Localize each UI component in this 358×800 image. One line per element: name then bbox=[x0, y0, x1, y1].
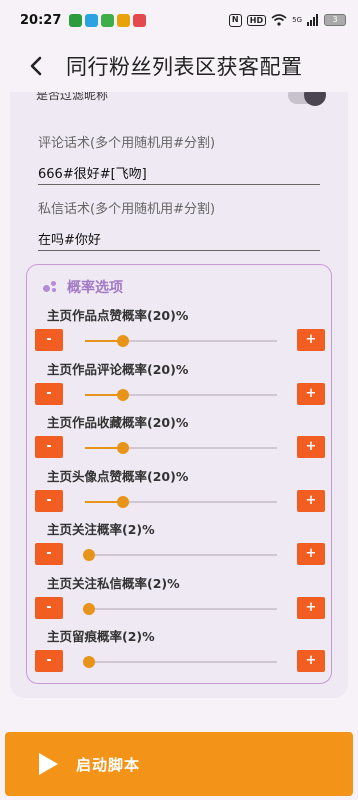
probability-slider[interactable] bbox=[82, 602, 277, 615]
bubbles-icon bbox=[43, 280, 59, 294]
message-field: 私信话术(多个用随机用#分割) 在吗#你好 bbox=[38, 198, 320, 251]
battery-icon: 3 bbox=[324, 14, 346, 26]
toggle-knob bbox=[304, 92, 326, 106]
decrease-button[interactable]: - bbox=[35, 596, 63, 619]
page-title: 同行粉丝列表区获客配置 bbox=[66, 55, 303, 79]
increase-button[interactable]: + bbox=[297, 436, 325, 458]
slider-thumb[interactable] bbox=[117, 442, 130, 454]
message-input[interactable]: 在吗#你好 bbox=[38, 229, 320, 251]
play-icon bbox=[39, 753, 58, 775]
decrease-button[interactable]: - bbox=[35, 436, 63, 458]
clock: 20:27 bbox=[20, 12, 62, 28]
probability-item-label: 主页作品收藏概率(20)% bbox=[47, 415, 189, 430]
probability-item: 主页作品点赞概率(20)% - + bbox=[27, 305, 333, 359]
probability-slider[interactable] bbox=[85, 495, 277, 508]
probability-options-box: 概率选项 主页作品点赞概率(20)% - + 主页作品评论概率(20)% - + 主页作品收… bbox=[26, 264, 332, 684]
filter-nickname-row: 是否过滤昵称 bbox=[36, 92, 326, 112]
app-header: 同行粉丝列表区获客配置 bbox=[0, 40, 358, 92]
start-script-label: 启动脚本 bbox=[76, 755, 141, 774]
app-notification-icon bbox=[69, 13, 83, 27]
probability-item-label: 主页头像点赞概率(20)% bbox=[47, 468, 189, 484]
increase-button[interactable]: + bbox=[297, 543, 325, 565]
decrease-button[interactable]: - bbox=[35, 329, 63, 351]
notification-icons bbox=[69, 13, 147, 27]
probability-slider[interactable] bbox=[82, 549, 277, 561]
probability-item: 主页作品收藏概率(20)% - + bbox=[27, 412, 333, 466]
probability-title: 概率选项 bbox=[67, 280, 123, 296]
nfc-icon: N bbox=[228, 13, 242, 27]
probability-item-label: 主页留痕概率(2)% bbox=[47, 629, 155, 644]
slider-thumb[interactable] bbox=[117, 495, 130, 508]
slider-thumb[interactable] bbox=[82, 602, 95, 615]
probability-item-label: 主页作品评论概率(20)% bbox=[47, 361, 189, 377]
config-panel: 是否过滤昵称 评论话术(多个用随机用#分割) 666#很好#[飞吻] 私信话术(… bbox=[10, 92, 348, 698]
probability-slider[interactable] bbox=[85, 442, 277, 454]
probability-item-label: 主页关注私信概率(2)% bbox=[47, 575, 180, 591]
signal-label: 5G bbox=[292, 16, 302, 24]
probability-item: 主页关注概率(2)% - + bbox=[27, 519, 333, 573]
probability-item: 主页关注私信概率(2)% - + bbox=[27, 573, 333, 627]
slider-thumb[interactable] bbox=[82, 549, 95, 561]
decrease-button[interactable]: - bbox=[35, 382, 63, 405]
app-notification-icon bbox=[117, 13, 131, 27]
increase-button[interactable]: + bbox=[297, 382, 325, 405]
chevron-left-icon bbox=[30, 56, 42, 76]
signal-icon bbox=[307, 14, 318, 26]
increase-button[interactable]: + bbox=[297, 489, 325, 512]
probability-item-label: 主页作品点赞概率(20)% bbox=[47, 308, 189, 323]
comment-field: 评论话术(多个用随机用#分割) 666#很好#[飞吻] bbox=[38, 132, 320, 185]
probability-slider[interactable] bbox=[85, 335, 277, 347]
comment-label: 评论话术(多个用随机用#分割) bbox=[38, 136, 216, 151]
start-script-button[interactable]: 启动脚本 bbox=[5, 732, 353, 796]
probability-slider[interactable] bbox=[85, 388, 277, 401]
message-label: 私信话术(多个用随机用#分割) bbox=[38, 202, 216, 217]
back-button[interactable] bbox=[16, 46, 56, 86]
decrease-button[interactable]: - bbox=[35, 650, 63, 672]
status-bar: 20:27 N HD 5G 3 bbox=[0, 0, 358, 40]
probability-item: 主页头像点赞概率(20)% - + bbox=[27, 466, 333, 520]
slider-thumb[interactable] bbox=[117, 388, 130, 401]
increase-button[interactable]: + bbox=[297, 650, 325, 672]
filter-nickname-label: 是否过滤昵称 bbox=[36, 92, 109, 102]
decrease-button[interactable]: - bbox=[35, 489, 63, 512]
slider-thumb[interactable] bbox=[117, 335, 130, 347]
telegram-icon bbox=[85, 13, 99, 27]
probability-header: 概率选项 bbox=[43, 277, 123, 297]
hd-icon: HD bbox=[246, 14, 267, 26]
probability-item-label: 主页关注概率(2)% bbox=[47, 522, 155, 537]
slider-thumb[interactable] bbox=[82, 656, 95, 668]
increase-button[interactable]: + bbox=[297, 596, 325, 619]
app-notification-icon bbox=[133, 13, 147, 27]
probability-slider[interactable] bbox=[82, 656, 277, 668]
wifi-icon bbox=[271, 14, 287, 26]
increase-button[interactable]: + bbox=[297, 329, 325, 351]
probability-item: 主页作品评论概率(20)% - + bbox=[27, 359, 333, 413]
app-notification-icon bbox=[101, 13, 115, 27]
filter-nickname-toggle[interactable] bbox=[288, 92, 326, 106]
decrease-button[interactable]: - bbox=[35, 543, 63, 565]
comment-input[interactable]: 666#很好#[飞吻] bbox=[38, 163, 320, 185]
probability-item: 主页留痕概率(2)% - + bbox=[27, 626, 333, 680]
